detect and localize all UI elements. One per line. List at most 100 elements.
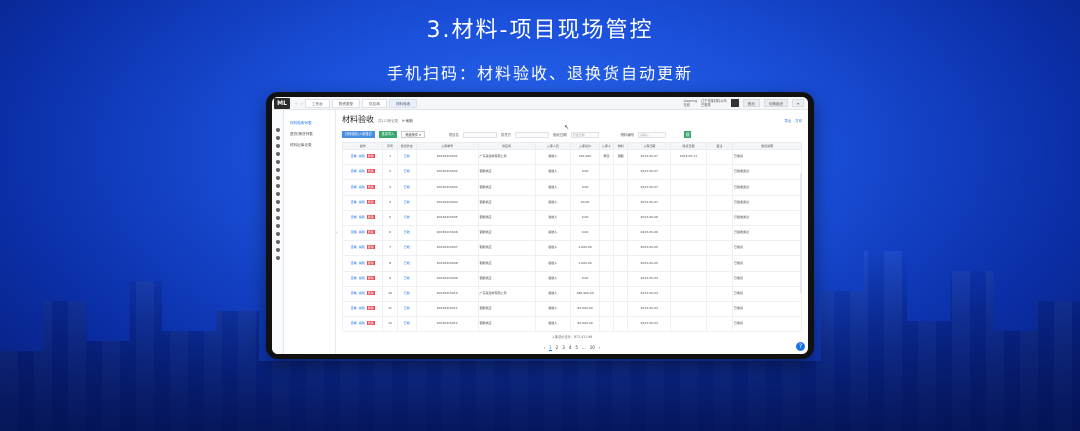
box-icon[interactable] xyxy=(275,176,280,180)
row-status[interactable]: 已收 xyxy=(396,300,417,318)
row-status[interactable]: 已收 xyxy=(396,179,417,196)
row-status[interactable]: 已收 xyxy=(396,255,417,272)
list-icon[interactable] xyxy=(275,152,280,156)
view-button[interactable]: 查看 xyxy=(351,276,357,280)
tab-workbench[interactable]: 工作台 xyxy=(305,98,330,108)
delete-button[interactable]: 删除 xyxy=(366,230,375,235)
tag-icon[interactable] xyxy=(275,240,280,244)
row-order-no[interactable]: 20230415011 xyxy=(415,300,479,318)
table-row[interactable]: 查看 编辑 删除 11 已收 20230415011 钢筋供应 验收人 82,000.00… xyxy=(341,300,803,318)
delete-button[interactable]: 删除 xyxy=(366,154,375,159)
view-button[interactable]: 查看 xyxy=(351,185,357,189)
row-order-no[interactable]: 20230415009 xyxy=(415,270,479,287)
edit-button[interactable]: 编辑 xyxy=(359,306,365,310)
row-order-no[interactable]: 20230415003 xyxy=(415,179,479,196)
row-order-no[interactable]: 20230415005 xyxy=(415,209,479,226)
prev-page-icon[interactable]: ‹ xyxy=(544,345,546,351)
shield-icon[interactable] xyxy=(275,208,280,212)
refresh-link[interactable]: ⟳ 刷新 xyxy=(402,118,413,123)
edit-button[interactable]: 编辑 xyxy=(359,169,365,174)
switch-org-button[interactable]: 切换组织 xyxy=(763,99,789,107)
next-page-icon[interactable]: › xyxy=(599,345,601,351)
edit-button[interactable]: 编辑 xyxy=(359,185,365,189)
arrow-icon[interactable] xyxy=(275,144,280,148)
table-row[interactable]: 查看 编辑 删除 8 已收 20230415008 钢筋供应 验收人 1,000.00 20… xyxy=(341,255,803,272)
sidemenu-item-outbound-records[interactable]: 材料出库记录 xyxy=(284,140,335,151)
gear-icon[interactable] xyxy=(275,256,280,260)
row-order-no[interactable]: 20230415010 xyxy=(415,285,479,302)
tab-material-acceptance[interactable]: 材料验收 xyxy=(388,98,418,108)
document-icon[interactable] xyxy=(275,184,280,188)
globe-icon[interactable] xyxy=(275,200,280,204)
delete-button[interactable]: 删除 xyxy=(366,260,375,265)
delete-button[interactable]: 删除 xyxy=(366,321,375,326)
page-3[interactable]: 3 xyxy=(562,345,565,351)
row-order-no[interactable]: 20230415008 xyxy=(415,255,479,272)
row-status[interactable]: 已收 xyxy=(396,240,417,257)
row-status[interactable]: 已收 xyxy=(396,316,417,333)
chart-icon[interactable] xyxy=(275,168,280,172)
table-row[interactable]: 查看 编辑 删除 9 已收 20230415009 钢筋供应 验收人 0.00 2023-0… xyxy=(341,270,803,287)
warehouse-icon[interactable] xyxy=(275,248,280,252)
edit-button[interactable]: 编辑 xyxy=(359,291,365,295)
edit-button[interactable]: 编辑 xyxy=(359,200,365,204)
qrcode-icon[interactable] xyxy=(730,99,739,107)
delete-button[interactable]: 删除 xyxy=(366,184,375,189)
delete-button[interactable]: 删除 xyxy=(366,215,375,220)
row-order-no[interactable]: 20230415007 xyxy=(415,240,479,257)
cart-icon[interactable] xyxy=(275,160,280,164)
edit-button[interactable]: 编辑 xyxy=(359,230,365,234)
supplier-input[interactable] xyxy=(515,131,550,138)
delete-button[interactable]: 删除 xyxy=(366,290,375,295)
help-icon[interactable]: ? xyxy=(796,342,805,351)
row-status[interactable]: 已收 xyxy=(396,148,417,166)
row-status[interactable]: 已收 xyxy=(396,164,417,181)
table-row[interactable]: 查看 编辑 删除 6 已收 20230415006 钢筋供应 验收人 0.00 2023-0… xyxy=(341,224,803,242)
row-order-no[interactable]: 20230415001 xyxy=(415,148,479,166)
edit-button[interactable]: 编辑 xyxy=(359,154,365,158)
delete-button[interactable]: 删除 xyxy=(366,275,375,280)
more-menu-button[interactable]: ▾ xyxy=(792,99,804,107)
org-info[interactable]: 辽宁省某材料公司 已登录 xyxy=(701,99,727,107)
table-row[interactable]: 查看 编辑 删除 12 已收 20230415012 钢筋供应 验收人 82,000.00… xyxy=(341,316,803,333)
row-status[interactable]: 已收 xyxy=(396,270,417,287)
filter-dropdown[interactable]: 筛选条件 ▾ xyxy=(401,131,425,138)
row-status[interactable]: 已收 xyxy=(396,285,417,302)
view-button[interactable]: 查看 xyxy=(351,291,357,295)
row-order-no[interactable]: 20230415002 xyxy=(415,164,479,181)
tab-material-type[interactable]: 物资类型 xyxy=(331,98,361,108)
row-status[interactable]: 已收 xyxy=(396,224,417,242)
table-row[interactable]: 查看 编辑 删除 1 已收 20230415001 广东某建材有限公司 验收人 261,0… xyxy=(341,148,803,166)
view-button[interactable]: 查看 xyxy=(351,154,357,158)
edit-button[interactable]: 编辑 xyxy=(359,245,365,250)
page-2[interactable]: 2 xyxy=(556,345,559,351)
view-button[interactable]: 查看 xyxy=(351,321,357,326)
vertical-scrollbar[interactable] xyxy=(800,173,802,293)
table-row[interactable]: 查看 编辑 删除 2 已收 20230415002 钢筋供应 验收人 0.00 2023-0… xyxy=(341,164,803,181)
clock-icon[interactable] xyxy=(275,192,280,196)
page-4[interactable]: 4 xyxy=(569,345,572,351)
folder-icon[interactable] xyxy=(275,232,280,236)
view-button[interactable]: 查看 xyxy=(351,245,357,250)
delete-button[interactable]: 删除 xyxy=(366,245,375,250)
sidemenu-item-acceptance-list[interactable]: 材料验收列表 xyxy=(284,118,335,129)
page-10[interactable]: 10 xyxy=(590,345,595,351)
row-status[interactable]: 已收 xyxy=(396,209,417,226)
view-button[interactable]: 查看 xyxy=(351,261,357,265)
material-no-input[interactable]: 请输入 xyxy=(638,131,667,138)
row-order-no[interactable]: 20230415004 xyxy=(415,194,479,211)
edit-button[interactable]: 编辑 xyxy=(359,321,365,326)
table-row[interactable]: 查看 编辑 删除 4 已收 20230415004 钢筋供应 验收人 20.00 2023-… xyxy=(341,194,803,211)
view-button[interactable]: 查看 xyxy=(351,230,357,234)
table-row[interactable]: 查看 编辑 删除 7 已收 20230415007 钢筋供应 验收人 1,000.00 20… xyxy=(341,240,803,257)
delete-button[interactable]: 删除 xyxy=(366,169,375,174)
view-button[interactable]: 查看 xyxy=(351,306,357,310)
users-icon[interactable] xyxy=(275,216,280,220)
table-row[interactable]: 查看 编辑 删除 10 已收 20230415010 广东某建材有限公司 验收人 186,… xyxy=(341,285,803,302)
table-row[interactable]: 查看 编辑 删除 5 已收 20230415005 钢筋供应 验收人 0.00 2023-0… xyxy=(341,209,803,226)
scan-accept-button[interactable]: 扫码验收/入库登记 xyxy=(342,131,375,138)
sidemenu-item-return-list[interactable]: 退货/换货列表 xyxy=(284,129,335,140)
edit-button[interactable]: 编辑 xyxy=(359,215,365,219)
row-status[interactable]: 已收 xyxy=(396,194,417,211)
tab-supplier[interactable]: 供应商 xyxy=(362,98,387,108)
